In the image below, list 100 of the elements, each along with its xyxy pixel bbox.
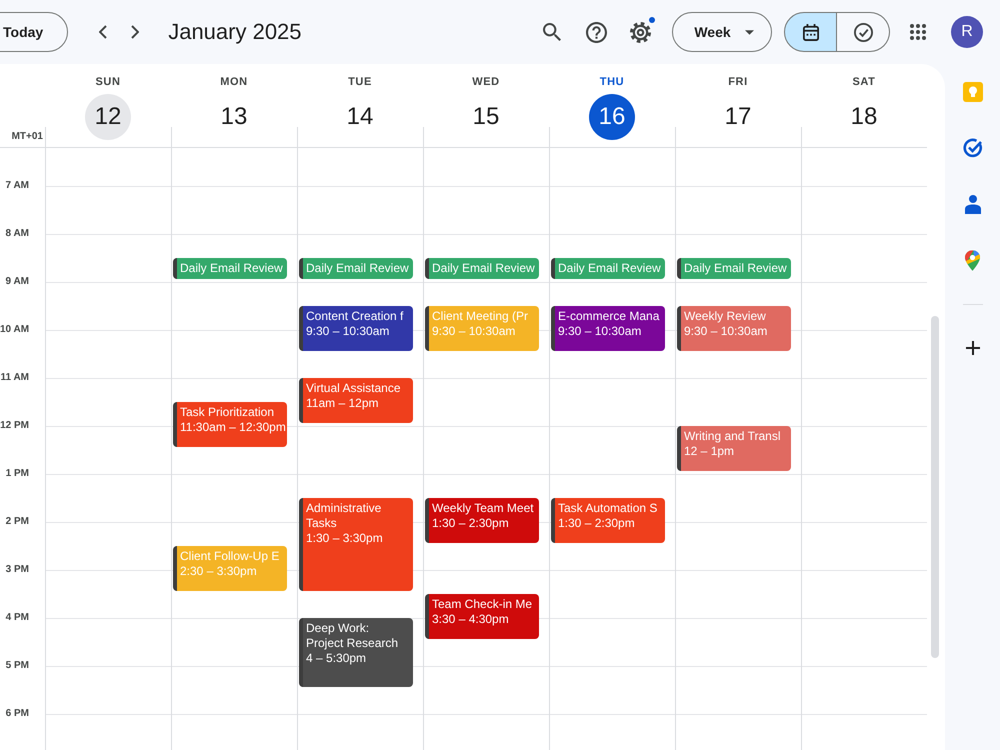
event-card[interactable]: Deep Work: Project Research 4 – 5:30pm <box>299 618 413 687</box>
day-number[interactable]: 12 <box>85 94 131 140</box>
chevron-left-icon <box>99 25 108 39</box>
event-time: 1:30 – 2:30pm <box>558 516 635 531</box>
time-label: 4 PM <box>4 612 30 624</box>
event-time: 3:30 – 4:30pm <box>432 612 509 627</box>
apps-grid-icon <box>910 24 926 40</box>
event-title: Daily Email Review <box>558 261 661 276</box>
event-title: Team Check-in Me <box>432 597 532 612</box>
day-name: TUE <box>348 76 372 89</box>
event-title: Content Creation f <box>306 309 404 324</box>
event-card[interactable]: Daily Email Review <box>173 258 287 279</box>
search-icon <box>543 23 561 41</box>
event-title: Daily Email Review <box>180 261 283 276</box>
time-label: 7 AM <box>4 180 30 192</box>
day-name: FRI <box>728 76 748 89</box>
time-label: 6 PM <box>4 708 30 720</box>
tasks-view-toggle[interactable] <box>837 12 890 52</box>
event-card[interactable]: Task Automation S 1:30 – 2:30pm <box>551 498 665 543</box>
event-time: 12 – 1pm <box>684 444 734 459</box>
lightbulb-icon <box>962 82 982 102</box>
event-card[interactable]: Team Check-in Me 3:30 – 4:30pm <box>425 594 539 639</box>
day-number[interactable]: 17 <box>715 94 761 140</box>
event-time: 4 – 5:30pm <box>306 651 366 666</box>
event-title: Administrative Tasks <box>306 501 382 531</box>
event-card[interactable]: Daily Email Review <box>677 258 791 279</box>
chevron-right-icon <box>131 25 140 39</box>
day-column[interactable]: Daily Email Review Weekly Review 9:30 – 10:30am Writing and Transl 12 – 1pm <box>675 148 801 750</box>
event-time: 2:30 – 3:30pm <box>180 564 257 579</box>
event-title: Deep Work: Project Research <box>306 621 400 651</box>
event-time: 9:30 – 10:30am <box>432 324 516 339</box>
day-column[interactable]: Daily Email Review Client Meeting (Pr 9:30 – 10:30am Weekly Team Meet 1:30 – 2:30pm Team Check-in Me 3:30 – 4:30pm <box>423 148 549 750</box>
day-column[interactable]: Daily Email Review Content Creation f 9:30 – 10:30am Virtual Assistance 11am – 12pm Administrative Tasks 1:30 – 3:30pm Deep Work: Project Research 4 – 5:30pm <box>297 148 423 750</box>
event-time: 1:30 – 3:30pm <box>306 531 383 546</box>
timezone-label: MT+01 <box>12 131 44 144</box>
time-label: 12 PM <box>0 420 30 432</box>
day-column[interactable]: Daily Email Review Task Prioritization 11:30am – 12:30pm Client Follow-Up E 2:30 – 3:30pm <box>171 148 297 750</box>
event-title: Daily Email Review <box>432 261 535 276</box>
month-title: January 2025 <box>168 19 302 45</box>
event-title: Weekly Team Meet <box>432 501 534 516</box>
check-circle-icon <box>962 138 982 158</box>
time-label: 11 AM <box>0 372 30 384</box>
event-time: 1:30 – 2:30pm <box>432 516 509 531</box>
event-title: Virtual Assistance <box>306 381 400 396</box>
day-number[interactable]: 13 <box>211 94 257 140</box>
person-icon <box>964 194 980 214</box>
time-label: 3 PM <box>4 564 30 576</box>
scrollbar-thumb[interactable] <box>931 316 939 658</box>
avatar-button[interactable]: R <box>951 16 983 48</box>
event-time: 9:30 – 10:30am <box>558 324 642 339</box>
event-card[interactable]: Virtual Assistance 11am – 12pm <box>299 378 413 423</box>
day-column[interactable]: Daily Email Review E-commerce Mana 9:30 – 10:30am Task Automation S 1:30 – 2:30pm <box>549 148 675 750</box>
day-number[interactable]: 15 <box>463 94 509 140</box>
gear-icon <box>630 22 650 42</box>
event-title: Daily Email Review <box>306 261 409 276</box>
event-title: Client Follow-Up E <box>180 549 280 564</box>
event-card[interactable]: Task Prioritization 11:30am – 12:30pm <box>173 402 287 447</box>
day-name: THU <box>600 76 624 89</box>
time-label: 10 AM <box>0 324 30 336</box>
event-title: Writing and Transl <box>684 429 780 444</box>
event-card[interactable]: Daily Email Review <box>551 258 665 279</box>
event-title: Weekly Review <box>684 309 766 324</box>
event-title: Task Prioritization <box>180 405 274 420</box>
event-card[interactable]: Daily Email Review <box>425 258 539 279</box>
time-label: 5 PM <box>4 660 30 672</box>
event-title: Daily Email Review <box>684 261 787 276</box>
map-pin-icon <box>965 250 980 270</box>
help-icon <box>586 22 606 42</box>
day-name: SAT <box>852 76 876 89</box>
event-title: E-commerce Mana <box>558 309 660 324</box>
today-button[interactable]: Today <box>0 12 68 52</box>
event-card[interactable]: Weekly Team Meet 1:30 – 2:30pm <box>425 498 539 543</box>
plus-icon <box>966 341 980 355</box>
event-time: 9:30 – 10:30am <box>306 324 390 339</box>
caret-icon <box>744 30 754 34</box>
event-time: 11:30am – 12:30pm <box>180 420 286 435</box>
calendar-icon <box>802 24 818 40</box>
calendar-view-toggle[interactable] <box>784 12 837 52</box>
day-number[interactable]: 16 <box>589 94 635 140</box>
day-number[interactable]: 14 <box>337 94 383 140</box>
check-circle-icon <box>854 22 872 42</box>
time-label: 1 PM <box>4 468 30 480</box>
time-label: 9 AM <box>4 276 30 288</box>
event-card[interactable]: Daily Email Review <box>299 258 413 279</box>
day-name: SUN <box>95 76 121 89</box>
day-name: WED <box>472 76 500 89</box>
event-card[interactable]: Content Creation f 9:30 – 10:30am <box>299 306 413 351</box>
event-card[interactable]: Administrative Tasks 1:30 – 3:30pm <box>299 498 413 591</box>
view-dropdown[interactable]: Week <box>672 12 772 52</box>
event-title: Client Meeting (Pr <box>432 309 528 324</box>
event-card[interactable]: Writing and Transl 12 – 1pm <box>677 426 791 471</box>
event-time: 9:30 – 10:30am <box>684 324 768 339</box>
day-name: MON <box>220 76 248 89</box>
time-label: 8 AM <box>4 228 30 240</box>
time-label: 2 PM <box>4 516 30 528</box>
event-card[interactable]: Weekly Review 9:30 – 10:30am <box>677 306 791 351</box>
event-time: 11am – 12pm <box>306 396 378 411</box>
event-title: Task Automation S <box>558 501 658 516</box>
day-number[interactable]: 18 <box>841 94 887 140</box>
event-card[interactable]: E-commerce Mana 9:30 – 10:30am <box>551 306 665 351</box>
